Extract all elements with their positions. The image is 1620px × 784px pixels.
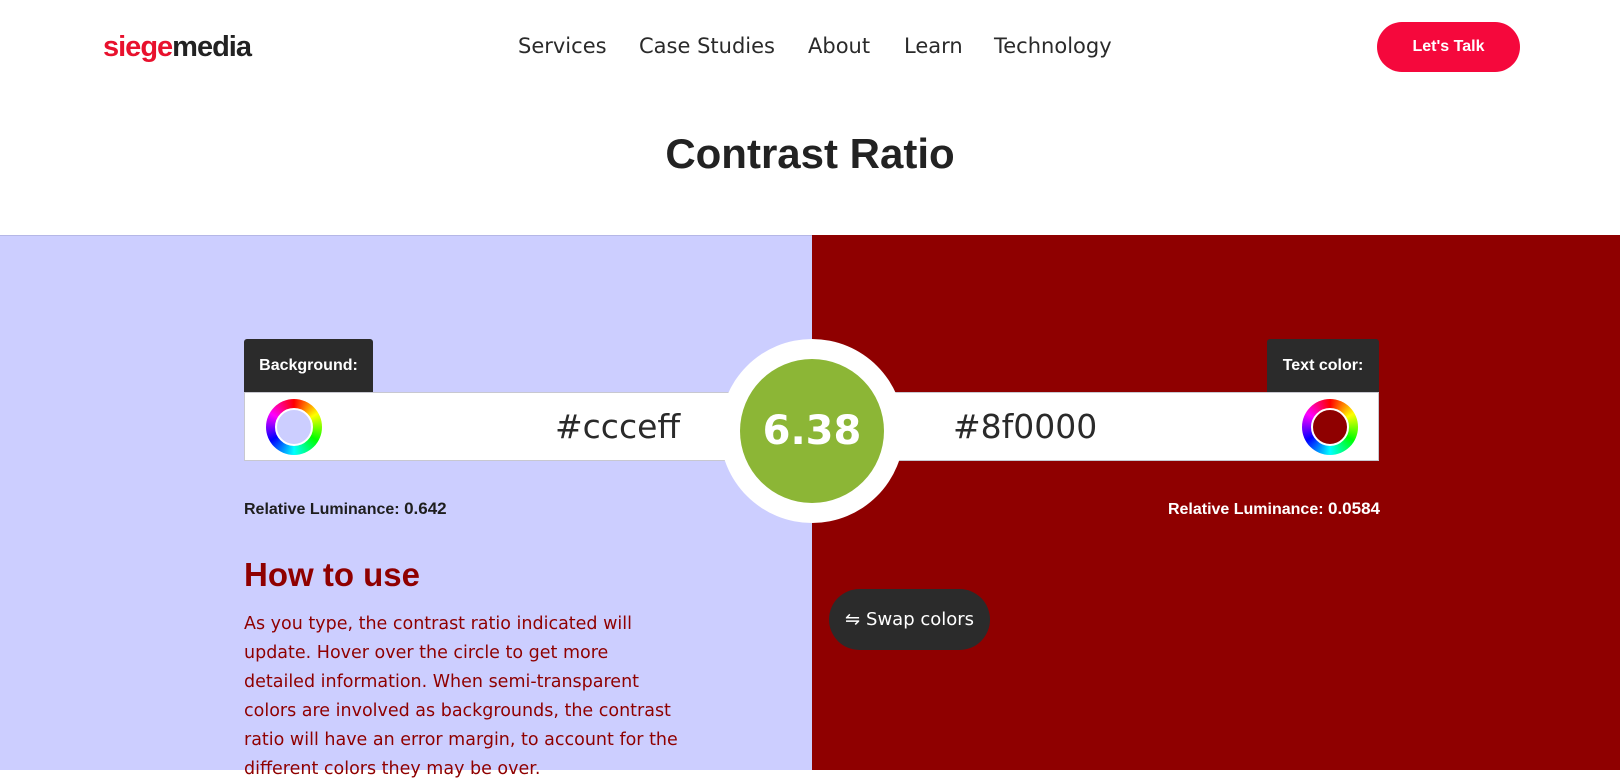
nav-learn[interactable]: Learn: [904, 32, 963, 60]
contrast-ratio-circle[interactable]: 6.38: [740, 359, 884, 503]
background-color-field: [244, 392, 744, 461]
nav-services[interactable]: Services: [518, 32, 607, 60]
background-swatch: [275, 408, 313, 446]
text-color-field: [880, 392, 1379, 461]
text-color-input[interactable]: [953, 393, 1153, 460]
text-color-swatch: [1311, 408, 1349, 446]
nav-case-studies[interactable]: Case Studies: [639, 32, 775, 60]
swap-colors-label: Swap colors: [866, 609, 975, 630]
lets-talk-button[interactable]: Let's Talk: [1377, 22, 1520, 72]
background-luminance-label: Relative Luminance:: [244, 501, 400, 518]
background-luminance: Relative Luminance: 0.642: [244, 498, 447, 521]
background-luminance-value: 0.642: [404, 499, 447, 518]
swap-colors-button[interactable]: ⇋ Swap colors: [829, 589, 990, 650]
text-color-luminance-label: Relative Luminance:: [1167, 501, 1324, 518]
background-color-input[interactable]: [555, 393, 715, 460]
background-label: Background:: [244, 339, 373, 392]
nav-about[interactable]: About: [808, 32, 870, 60]
text-color-label: Text color:: [1267, 339, 1379, 392]
how-to-use-text: As you type, the contrast ratio indicate…: [244, 614, 678, 779]
background-color-picker-icon[interactable]: [266, 399, 322, 455]
text-color-luminance-value: 0.0584: [1328, 499, 1380, 518]
page-title: Contrast Ratio: [665, 130, 955, 177]
contrast-ratio-ring: 6.38: [720, 339, 904, 523]
how-to-use-heading: How to use: [244, 556, 421, 593]
text-color-luminance: Relative Luminance: 0.0584: [1168, 498, 1380, 521]
swap-arrows-icon: ⇋: [844, 609, 861, 630]
nav-technology[interactable]: Technology: [994, 32, 1112, 60]
site-header: siegemedia Services Case Studies About L…: [0, 0, 1620, 94]
text-color-picker-icon[interactable]: [1302, 399, 1358, 455]
